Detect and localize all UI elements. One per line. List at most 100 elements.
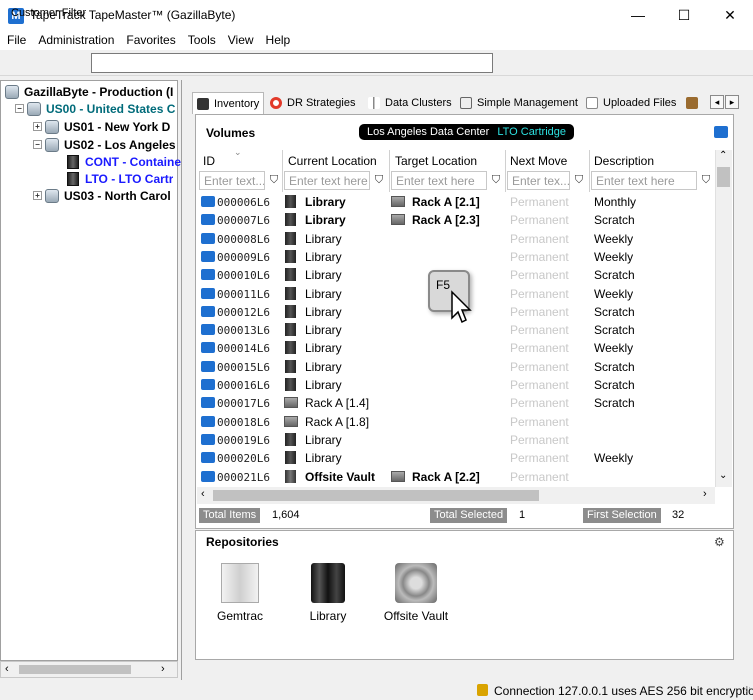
- menu-bar: File Administration Favorites Tools View…: [0, 30, 753, 50]
- tree-horizontal-scrollbar[interactable]: ‹ ›: [0, 661, 178, 678]
- column-divider[interactable]: [389, 150, 390, 192]
- current-location: Library: [305, 451, 342, 466]
- volumes-vertical-scrollbar[interactable]: ⌃ ⌄: [715, 150, 732, 487]
- table-row[interactable]: 000008L6 Library Permanent Weekly: [197, 230, 715, 248]
- table-row[interactable]: 000018L6 Rack A [1.8] Permanent: [197, 413, 715, 431]
- column-header-description[interactable]: Description: [594, 154, 654, 168]
- table-row[interactable]: 000006L6 Library Rack A [2.1] Permanent Mont…: [197, 193, 715, 211]
- table-row[interactable]: 000007L6 Library Rack A [2.3] Permanent Scra…: [197, 211, 715, 229]
- tree-item-label: US02 - Los Angeles: [64, 137, 176, 152]
- current-location: Library: [305, 341, 342, 356]
- settings-icon[interactable]: ⚙: [714, 535, 728, 549]
- volumes-horizontal-scroll-thumb[interactable]: [213, 490, 539, 501]
- expand-icon[interactable]: +: [33, 191, 42, 200]
- tree-item-gazillabyte[interactable]: GazillaByte - Production (I: [5, 83, 173, 100]
- current-location-filter-input[interactable]: Enter text here: [284, 171, 370, 190]
- menu-tools[interactable]: Tools: [181, 30, 221, 50]
- tree-item-cont[interactable]: CONT - Containe: [67, 153, 181, 170]
- scroll-left-icon[interactable]: ‹: [5, 663, 9, 675]
- funnel-icon[interactable]: ⛉: [572, 173, 586, 187]
- tree-item-us01[interactable]: + US01 - New York D: [33, 118, 170, 135]
- scroll-left-icon[interactable]: ‹: [201, 488, 205, 500]
- next-move: Permanent: [510, 469, 569, 484]
- customer-filter-input[interactable]: [91, 53, 493, 73]
- tab-uploaded-files[interactable]: Uploaded Files: [582, 92, 682, 114]
- menu-administration[interactable]: Administration: [31, 30, 119, 50]
- column-header-next-move[interactable]: Next Move: [510, 154, 567, 168]
- tab-simple-management[interactable]: Simple Management: [456, 92, 578, 114]
- library-icon: [285, 359, 296, 373]
- description: Scratch: [594, 323, 635, 338]
- table-row[interactable]: 000016L6 Library Permanent Scratch: [197, 376, 715, 394]
- library-icon: [285, 286, 296, 300]
- current-location: Library: [305, 304, 342, 319]
- column-divider[interactable]: [589, 150, 590, 192]
- scroll-up-icon[interactable]: ⌃: [719, 150, 727, 161]
- repository-offsite-vault[interactable]: Offsite Vault: [376, 563, 456, 623]
- next-move-filter-input[interactable]: Enter tex...: [507, 171, 570, 190]
- funnel-icon[interactable]: ⛉: [372, 173, 386, 187]
- menu-file[interactable]: File: [0, 30, 31, 50]
- volume-icon: [201, 196, 215, 207]
- column-header-current-location[interactable]: Current Location: [288, 154, 377, 168]
- target-location-filter-input[interactable]: Enter text here: [391, 171, 487, 190]
- collapse-icon[interactable]: −: [33, 140, 42, 149]
- volume-icon: [201, 360, 215, 372]
- tree-item-us02[interactable]: − US02 - Los Angeles: [33, 136, 176, 153]
- table-row[interactable]: 000021L6 Offsite Vault Rack A [2.2] Permane…: [197, 468, 715, 486]
- repository-label: Offsite Vault: [383, 609, 449, 623]
- tree-item-us00[interactable]: − US00 - United States C: [15, 100, 175, 117]
- table-row[interactable]: 000014L6 Library Permanent Weekly: [197, 339, 715, 357]
- table-row[interactable]: 000019L6 Library Permanent: [197, 431, 715, 449]
- tree-item-label: GazillaByte - Production (I: [24, 84, 174, 99]
- menu-help[interactable]: Help: [259, 30, 296, 50]
- tab-scroll-right-button[interactable]: ▸: [725, 95, 739, 109]
- funnel-icon[interactable]: ⛉: [489, 173, 503, 187]
- volume-icon[interactable]: [714, 126, 728, 138]
- scroll-right-icon[interactable]: ›: [703, 488, 707, 500]
- id-filter-input[interactable]: Enter text...: [199, 171, 265, 190]
- table-row[interactable]: 000009L6 Library Permanent Weekly: [197, 248, 715, 266]
- volumes-vertical-scroll-thumb[interactable]: [717, 167, 730, 187]
- table-row[interactable]: 000017L6 Rack A [1.4] Permanent Scratch: [197, 394, 715, 412]
- column-header-id[interactable]: ID: [203, 154, 215, 168]
- close-button[interactable]: ✕: [707, 0, 753, 30]
- maximize-button[interactable]: ☐: [661, 0, 707, 30]
- volume-id: 000009L6: [217, 250, 270, 264]
- funnel-icon[interactable]: ⛉: [267, 173, 281, 187]
- repository-library[interactable]: Library: [288, 563, 368, 623]
- tree-item-label: US01 - New York D: [64, 119, 171, 134]
- customer-tree[interactable]: GazillaByte - Production (I − US00 - Uni…: [0, 80, 181, 661]
- tab-scroll-left-button[interactable]: ◂: [710, 95, 724, 109]
- scroll-right-icon[interactable]: ›: [161, 663, 165, 675]
- cartridge-icon: [67, 171, 79, 186]
- lock-icon: [477, 684, 488, 696]
- menu-view[interactable]: View: [221, 30, 259, 50]
- column-divider[interactable]: [282, 150, 283, 192]
- tree-item-lto[interactable]: LTO - LTO Cartr: [67, 170, 173, 187]
- scroll-down-icon[interactable]: ⌄: [719, 470, 727, 481]
- tab-data-clusters[interactable]: Data Clusters: [364, 92, 454, 114]
- expand-icon[interactable]: +: [33, 122, 42, 131]
- repository-gemtrac[interactable]: Gemtrac: [200, 563, 280, 623]
- minimize-button[interactable]: —: [615, 0, 661, 30]
- tab-inventory[interactable]: Inventory: [192, 92, 264, 114]
- menu-favorites[interactable]: Favorites: [119, 30, 180, 50]
- resize-grip-icon[interactable]: ⋰: [742, 686, 751, 697]
- tree-item-us03[interactable]: + US03 - North Carol: [33, 187, 171, 204]
- volume-icon: [201, 415, 215, 427]
- table-row[interactable]: 000020L6 Library Permanent Weekly: [197, 449, 715, 467]
- collapse-icon[interactable]: −: [15, 104, 24, 113]
- column-header-target-location[interactable]: Target Location: [395, 154, 477, 168]
- rack-icon: [284, 397, 298, 409]
- volume-icon: [201, 287, 215, 299]
- current-location: Library: [305, 268, 342, 283]
- tab-dr-strategies[interactable]: DR Strategies: [266, 92, 360, 114]
- funnel-icon[interactable]: ⛉: [699, 173, 713, 187]
- tree-scroll-thumb[interactable]: [19, 665, 131, 674]
- table-row[interactable]: 000015L6 Library Permanent Scratch: [197, 358, 715, 376]
- total-items-label: Total Items: [199, 508, 261, 523]
- volumes-title: Volumes: [206, 126, 256, 140]
- column-divider[interactable]: [505, 150, 506, 192]
- description-filter-input[interactable]: Enter text here: [591, 171, 697, 190]
